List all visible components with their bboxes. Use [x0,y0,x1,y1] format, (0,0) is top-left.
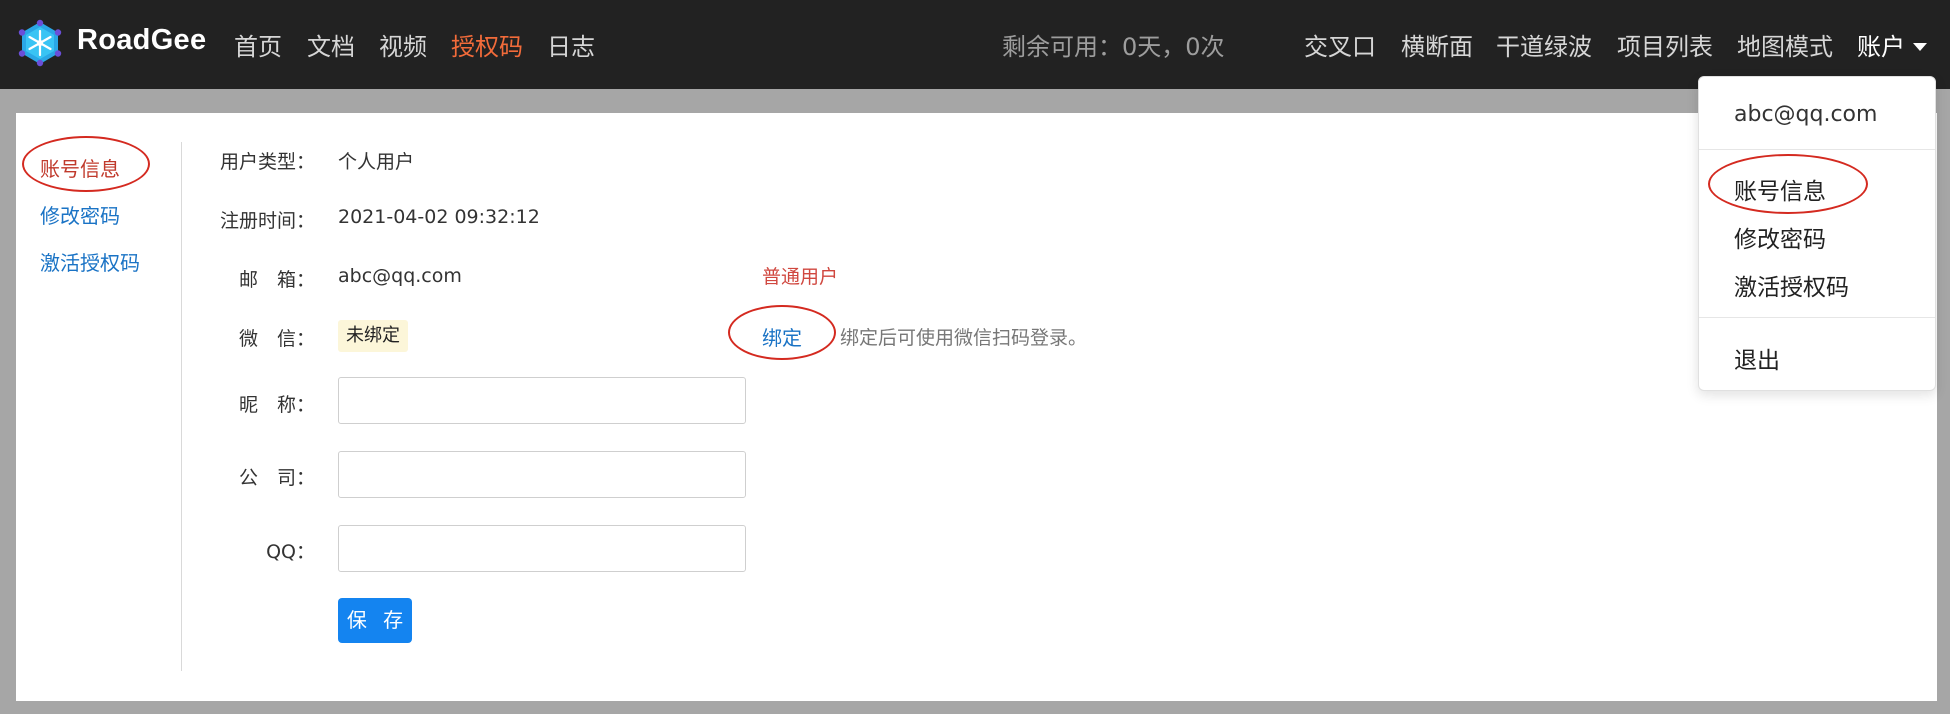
nickname-label: 昵 称： [238,394,315,416]
wechat-status-badge: 未绑定 [338,320,408,352]
sidebar-item-activate-code[interactable]: 激活授权码 [40,247,140,276]
account-label: 账户 [1857,33,1905,61]
company-label: 公 司： [238,467,315,489]
qq-input[interactable] [338,525,746,572]
dropdown-item-logout[interactable]: 退出 [1734,341,1780,375]
brand-name[interactable]: RoadGee [77,24,206,57]
sidebar-item-account-info[interactable]: 账号信息 [40,153,120,182]
dropdown-item-change-password[interactable]: 修改密码 [1734,220,1826,254]
qq-label: QQ： [266,541,315,563]
register-time-label: 注册时间： [219,210,315,232]
top-navbar: RoadGee 首页 文档 视频 授权码 日志 剩余可用：0天，0次 交叉口 横… [0,0,1950,89]
sidebar-item-change-password[interactable]: 修改密码 [40,200,120,229]
nav-cross-section[interactable]: 横断面 [1401,27,1473,62]
dropdown-divider [1699,317,1935,318]
nav-map-mode[interactable]: 地图模式 [1737,27,1833,62]
remaining-quota: 剩余可用：0天，0次 [1002,33,1225,61]
nav-log[interactable]: 日志 [547,27,595,62]
company-input[interactable] [338,451,746,498]
caret-down-icon [1913,42,1927,51]
dropdown-user-email: abc@qq.com [1734,102,1878,127]
wechat-bind-link[interactable]: 绑定 [762,322,802,351]
account-menu-toggle[interactable]: 账户 [1857,27,1927,62]
register-time-value: 2021-04-02 09:32:12 [338,206,540,228]
user-level-tag: 普通用户 [762,266,839,288]
dropdown-divider [1699,149,1935,150]
dropdown-item-activate-code[interactable]: 激活授权码 [1734,268,1849,302]
account-dropdown-menu: abc@qq.com 账号信息 修改密码 激活授权码 退出 [1698,76,1936,391]
user-type-label: 用户类型： [219,151,315,173]
nav-license-code[interactable]: 授权码 [451,27,523,62]
email-label: 邮 箱： [238,269,315,291]
nickname-input[interactable] [338,377,746,424]
nav-home[interactable]: 首页 [234,27,282,62]
user-type-value: 个人用户 [338,151,415,173]
nav-green-wave[interactable]: 干道绿波 [1496,27,1592,62]
nav-project-list[interactable]: 项目列表 [1617,27,1713,62]
nav-docs[interactable]: 文档 [307,27,355,62]
dropdown-item-account-info[interactable]: 账号信息 [1734,172,1826,206]
roadgee-logo-icon[interactable] [16,19,64,67]
save-button[interactable]: 保 存 [338,598,412,643]
email-value: abc@qq.com [338,265,462,287]
nav-intersection[interactable]: 交叉口 [1304,27,1376,62]
wechat-bind-hint: 绑定后可使用微信扫码登录。 [840,327,1088,349]
wechat-label: 微 信： [238,328,315,350]
nav-video[interactable]: 视频 [379,27,427,62]
